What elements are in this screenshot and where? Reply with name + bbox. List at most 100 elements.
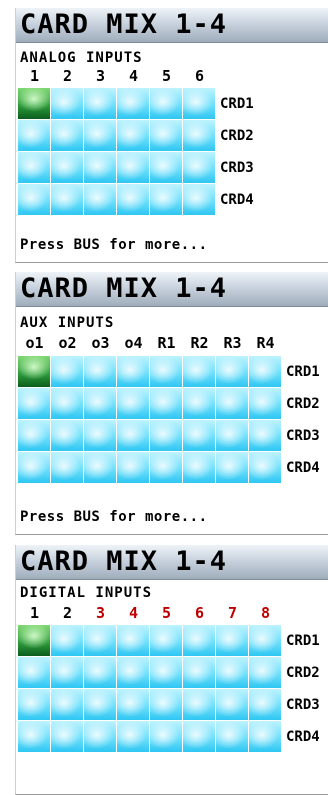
mix-cell[interactable]	[18, 88, 51, 120]
mix-cell[interactable]	[84, 388, 117, 420]
column-header: 7	[227, 604, 238, 622]
mix-cell[interactable]	[51, 721, 84, 753]
mix-cell[interactable]	[249, 420, 282, 452]
mix-cell[interactable]	[84, 120, 117, 152]
column-header: 5	[161, 604, 172, 622]
mix-cell[interactable]	[18, 120, 51, 152]
mix-cell[interactable]	[18, 356, 51, 388]
mix-cell[interactable]	[150, 689, 183, 721]
mix-cell[interactable]	[249, 625, 282, 657]
mix-cell[interactable]	[249, 689, 282, 721]
mix-cell[interactable]	[51, 625, 84, 657]
mix-cell[interactable]	[84, 452, 117, 484]
card-mix-panel-1: CARD MIX 1-4 ANALOG INPUTS 1 2 3 4 5 6 CRD1 CRD2 C…	[15, 8, 328, 263]
mix-cell[interactable]	[117, 120, 150, 152]
mix-cell[interactable]	[51, 120, 84, 152]
mix-cell[interactable]	[216, 689, 249, 721]
mix-cell[interactable]	[117, 356, 150, 388]
mix-cell[interactable]	[249, 657, 282, 689]
mix-cell[interactable]	[51, 657, 84, 689]
mix-cell[interactable]	[18, 625, 51, 657]
mix-cell[interactable]	[117, 657, 150, 689]
mix-cell[interactable]	[183, 452, 216, 484]
mix-cell[interactable]	[117, 689, 150, 721]
mix-cell[interactable]	[18, 657, 51, 689]
row-label-crd1: CRD1	[286, 364, 320, 380]
mix-cell[interactable]	[249, 356, 282, 388]
mix-cell[interactable]	[249, 452, 282, 484]
mix-cell[interactable]	[117, 420, 150, 452]
mix-cell[interactable]	[18, 184, 51, 216]
mix-cell[interactable]	[117, 88, 150, 120]
mix-cell[interactable]	[51, 452, 84, 484]
mix-cell[interactable]	[84, 88, 117, 120]
mix-cell[interactable]	[183, 356, 216, 388]
mix-cell[interactable]	[84, 152, 117, 184]
mix-cell[interactable]	[183, 657, 216, 689]
mix-cell[interactable]	[18, 388, 51, 420]
column-header: R4	[256, 334, 275, 352]
mix-cell[interactable]	[51, 184, 84, 216]
mix-cell[interactable]	[51, 420, 84, 452]
mix-cell[interactable]	[84, 625, 117, 657]
mix-cell[interactable]	[216, 657, 249, 689]
mix-cell[interactable]	[150, 420, 183, 452]
mix-cell[interactable]	[183, 721, 216, 753]
mix-cell[interactable]	[216, 388, 249, 420]
row-label-crd4: CRD4	[286, 729, 320, 745]
mix-cell[interactable]	[249, 388, 282, 420]
row-label-crd4: CRD4	[286, 460, 320, 476]
mix-cell[interactable]	[216, 356, 249, 388]
mix-cell[interactable]	[117, 184, 150, 216]
row-label-crd2: CRD2	[286, 665, 320, 681]
mix-cell[interactable]	[150, 657, 183, 689]
mix-cell[interactable]	[150, 388, 183, 420]
mix-cell[interactable]	[18, 152, 51, 184]
row-label-crd1: CRD1	[286, 633, 320, 649]
mix-cell[interactable]	[117, 721, 150, 753]
mix-cell[interactable]	[183, 120, 216, 152]
mix-cell[interactable]	[51, 689, 84, 721]
mix-cell[interactable]	[216, 721, 249, 753]
mix-cell[interactable]	[84, 721, 117, 753]
mix-cell[interactable]	[150, 88, 183, 120]
panel-title: CARD MIX 1-4	[16, 545, 328, 580]
mix-cell[interactable]	[18, 721, 51, 753]
mix-cell[interactable]	[51, 152, 84, 184]
mix-cell[interactable]	[150, 152, 183, 184]
mix-cell[interactable]	[84, 420, 117, 452]
mix-cell[interactable]	[84, 184, 117, 216]
panel-title: CARD MIX 1-4	[16, 272, 328, 307]
mix-cell[interactable]	[18, 452, 51, 484]
mix-cell[interactable]	[117, 625, 150, 657]
mix-cell[interactable]	[84, 689, 117, 721]
mix-cell[interactable]	[117, 152, 150, 184]
mix-cell[interactable]	[150, 120, 183, 152]
mix-cell[interactable]	[183, 152, 216, 184]
mix-cell[interactable]	[117, 452, 150, 484]
mix-cell[interactable]	[183, 88, 216, 120]
mix-cell[interactable]	[117, 388, 150, 420]
mix-cell[interactable]	[150, 452, 183, 484]
mix-cell[interactable]	[150, 721, 183, 753]
mix-cell[interactable]	[84, 356, 117, 388]
column-header: R1	[157, 334, 176, 352]
mix-cell[interactable]	[84, 657, 117, 689]
mix-cell[interactable]	[216, 452, 249, 484]
mix-cell[interactable]	[150, 356, 183, 388]
mix-cell[interactable]	[51, 388, 84, 420]
mix-cell[interactable]	[249, 721, 282, 753]
mix-cell[interactable]	[183, 420, 216, 452]
mix-cell[interactable]	[216, 625, 249, 657]
mix-cell[interactable]	[183, 625, 216, 657]
mix-cell[interactable]	[150, 625, 183, 657]
mix-cell[interactable]	[183, 689, 216, 721]
mix-cell[interactable]	[18, 420, 51, 452]
mix-cell[interactable]	[150, 184, 183, 216]
mix-cell[interactable]	[216, 420, 249, 452]
mix-cell[interactable]	[51, 356, 84, 388]
mix-cell[interactable]	[183, 388, 216, 420]
mix-cell[interactable]	[18, 689, 51, 721]
mix-cell[interactable]	[51, 88, 84, 120]
mix-cell[interactable]	[183, 184, 216, 216]
